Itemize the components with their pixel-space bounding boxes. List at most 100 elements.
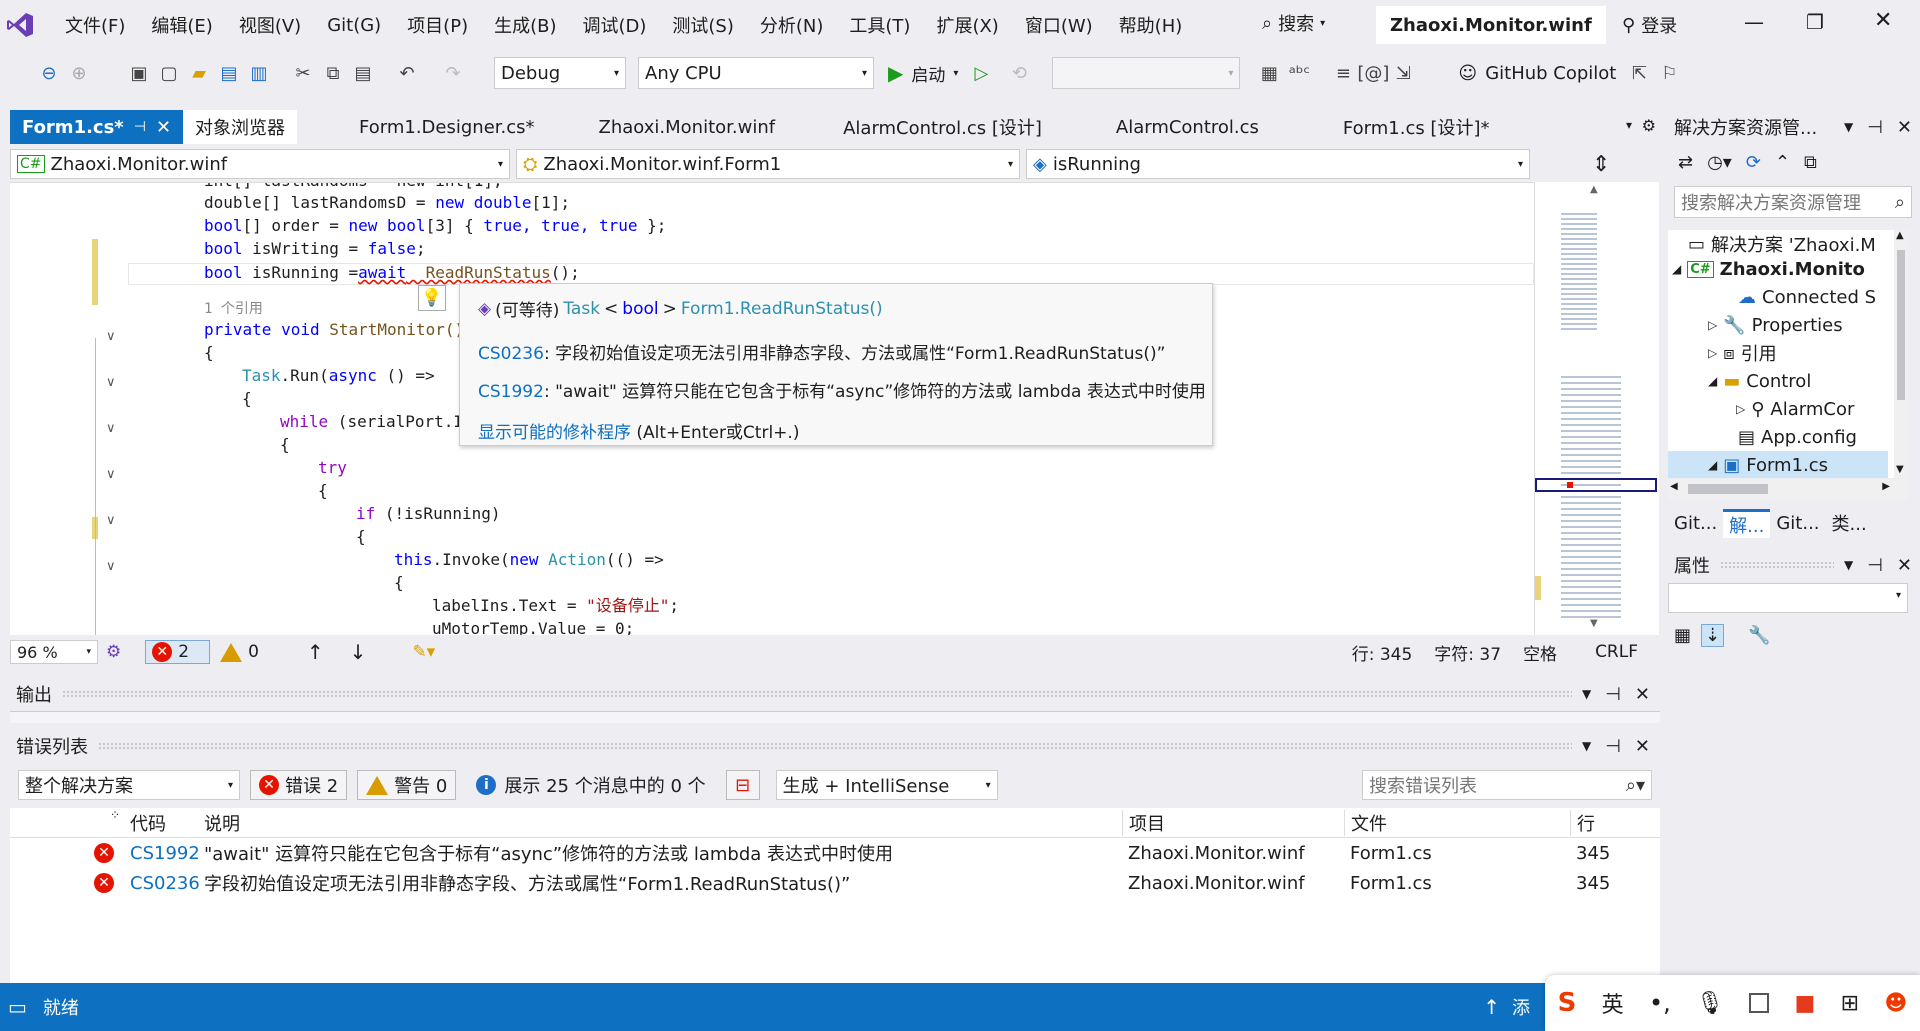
collapse-all-icon[interactable]: ⌃ [1775,152,1790,173]
alphabetical-icon[interactable]: ⇣ [1701,623,1725,647]
emoji-icon[interactable]: ☻ [1884,991,1907,1016]
tab-object-browser[interactable]: 对象浏览器 [183,110,298,144]
menu-extensions[interactable]: 扩展(X) [923,12,1011,38]
menu-tools[interactable]: 工具(T) [836,12,923,38]
tab-form1-designer-cs[interactable]: Form1.Designer.cs* [347,110,546,144]
tree-item-app-config[interactable]: ▤ App.config [1738,423,1857,451]
restore-icon[interactable]: ❐ [1806,10,1824,34]
undo-icon[interactable]: ↶ [392,58,422,88]
filter-icon[interactable]: ⊟ [725,770,760,800]
minimize-icon[interactable]: — [1744,10,1764,34]
menu-build[interactable]: 生成(B) [481,12,569,38]
editor-scrollbar-map[interactable]: ▲ ▼ [1534,182,1659,635]
attribute-icon[interactable]: [@] [1357,58,1389,88]
copy-icon[interactable]: ⧉ [318,58,348,88]
microphone-icon[interactable]: 🎙 [1696,991,1724,1016]
tree-item-alarmcontrol[interactable]: ▷ ⚲ AlarmCor [1736,395,1854,423]
collapsed-icon[interactable]: ▷ [1736,402,1745,416]
error-code-link[interactable]: CS1992 [130,843,200,864]
tree-item-connected-services[interactable]: ☁ Connected S [1738,283,1876,311]
copilot-button[interactable]: ☺ GitHub Copilot [1458,63,1616,84]
notification-icon[interactable]: ▭ [8,995,27,1019]
drag-grip[interactable] [62,690,1572,698]
show-all-files-icon[interactable]: ⧉ [1804,152,1817,173]
feedback-icon[interactable]: ⚐ [1654,58,1684,88]
menu-test[interactable]: 测试(S) [659,12,746,38]
share-icon[interactable]: ⇱ [1624,58,1654,88]
solution-search-input[interactable]: 搜索解决方案资源管理 ⌕ [1674,186,1912,218]
column-file[interactable]: 文件 [1344,809,1387,836]
project-dropdown[interactable]: C# Zhaoxi.Monitor.winf ▾ [10,149,510,179]
search-button[interactable]: ⌕ 搜索 ▾ [1262,10,1325,36]
punctuation-icon[interactable]: •, [1649,989,1671,1017]
tab-project[interactable]: Zhaoxi.Monitor.winf [587,110,788,144]
menu-analyze[interactable]: 分析(N) [747,12,837,38]
scroll-up-icon[interactable]: ▲ [1896,230,1904,241]
column-line[interactable]: 行 [1570,809,1595,836]
member-dropdown[interactable]: ◈ isRunning ▾ [1026,149,1530,179]
expanded-icon[interactable]: ◢ [1708,374,1717,388]
warnings-indicator[interactable]: 0 [220,642,259,662]
type-dropdown[interactable]: ⛭ Zhaoxi.Monitor.winf.Form1 ▾ [516,149,1020,179]
menu-help[interactable]: 帮助(H) [1106,12,1196,38]
table-row[interactable]: ✕ CS1992 "await" 运算符只能在它包含于标有“async”修饰符的… [10,838,1660,868]
scroll-thumb[interactable] [1688,484,1768,494]
config-dropdown[interactable]: Debug ▾ [494,57,626,89]
tab-class-view[interactable]: 类... [1826,510,1873,536]
chevron-down-icon[interactable]: ▼ [1844,120,1853,134]
cut-icon[interactable]: ✂ [288,58,318,88]
pin-icon[interactable]: ⊣ [134,119,146,135]
line-indicator[interactable]: 行: 345 [1352,640,1413,665]
drag-grip[interactable] [98,742,1572,750]
tab-form1-cs[interactable]: Form1.cs* ⊣ ✕ [10,110,184,144]
source-dropdown[interactable]: 生成 + IntelliSense ▾ [775,770,998,800]
tab-git-repository[interactable]: Git... [1770,513,1825,534]
table-row[interactable]: ✕ CS0236 字段初始值设定项无法引用非静态字段、方法或属性“Form1.R… [10,868,1660,898]
code-cleanup-icon[interactable]: ✎▾ [412,642,435,662]
scroll-up-icon[interactable]: ▲ [1590,184,1598,195]
column-code[interactable]: 代码 [130,810,166,836]
collapse-icon[interactable]: ∨ [106,513,120,528]
save-all-icon[interactable]: ▥ [244,58,274,88]
close-icon[interactable]: ✕ [1874,8,1892,33]
tab-solution-explorer[interactable]: 解... [1723,508,1771,538]
close-icon[interactable]: ✕ [1635,736,1650,757]
drag-grip[interactable] [1720,561,1834,569]
show-fixes-link[interactable]: 显示可能的修补程序 [478,423,631,443]
redo-icon[interactable]: ↷ [438,58,468,88]
start-button[interactable]: ▶ 启动 ▾ [888,61,958,86]
collapsed-icon[interactable]: ▷ [1708,346,1717,360]
scroll-thumb[interactable] [1897,250,1905,400]
history-icon[interactable]: ◷▾ [1707,152,1732,173]
column-project[interactable]: 项目 [1122,809,1165,836]
tree-vertical-scrollbar[interactable]: ▲ ▼ [1894,230,1908,478]
scroll-right-icon[interactable]: ▶ [1882,481,1890,492]
grid-menu-icon[interactable]: ⊞ [1841,991,1859,1016]
categorized-icon[interactable]: ▦ [1674,625,1691,646]
error-code-link[interactable]: CS0236 [478,344,544,364]
ime-language-toggle[interactable]: 英 [1602,987,1624,1019]
tab-overflow-icon[interactable]: ▾ [1626,118,1632,132]
tab-alarmcontrol-design[interactable]: AlarmControl.cs [设计] [831,110,1054,144]
tree-item-project[interactable]: ◢ C# Zhaoxi.Monito [1672,255,1865,283]
error-code-link[interactable]: CS1992 [478,382,544,402]
tree-item-properties[interactable]: ▷ 🔧 Properties [1708,311,1843,339]
tree-item-references[interactable]: ▷ ⧈ 引用 [1708,339,1777,367]
login-button[interactable]: ⚲ 登录 [1622,12,1677,38]
collapse-icon[interactable]: ∨ [106,375,120,390]
hot-reload-icon[interactable]: ⟲ [1004,58,1034,88]
sync-icon[interactable]: ⟳ [1746,152,1761,173]
scroll-down-icon[interactable]: ▼ [1590,618,1598,629]
chevron-down-icon[interactable]: ▼ [1582,687,1591,701]
close-icon[interactable]: ✕ [1897,555,1912,576]
new-project-icon[interactable]: ▣ [124,58,154,88]
messages-filter-button[interactable]: i 展示 25 个消息中的 0 个 [466,772,715,798]
switch-view-icon[interactable]: ⇄ [1678,152,1693,173]
open-folder-icon[interactable]: ▰ [184,58,214,88]
collapse-icon[interactable]: ∨ [106,467,120,482]
pin-icon[interactable]: ⊣ [1867,117,1883,138]
pin-icon[interactable]: ⊣ [1605,684,1621,705]
collapse-icon[interactable]: ∨ [106,421,120,436]
tree-item-control-folder[interactable]: ◢ ▬ Control [1708,367,1811,395]
collapse-icon[interactable]: ∨ [106,559,120,574]
